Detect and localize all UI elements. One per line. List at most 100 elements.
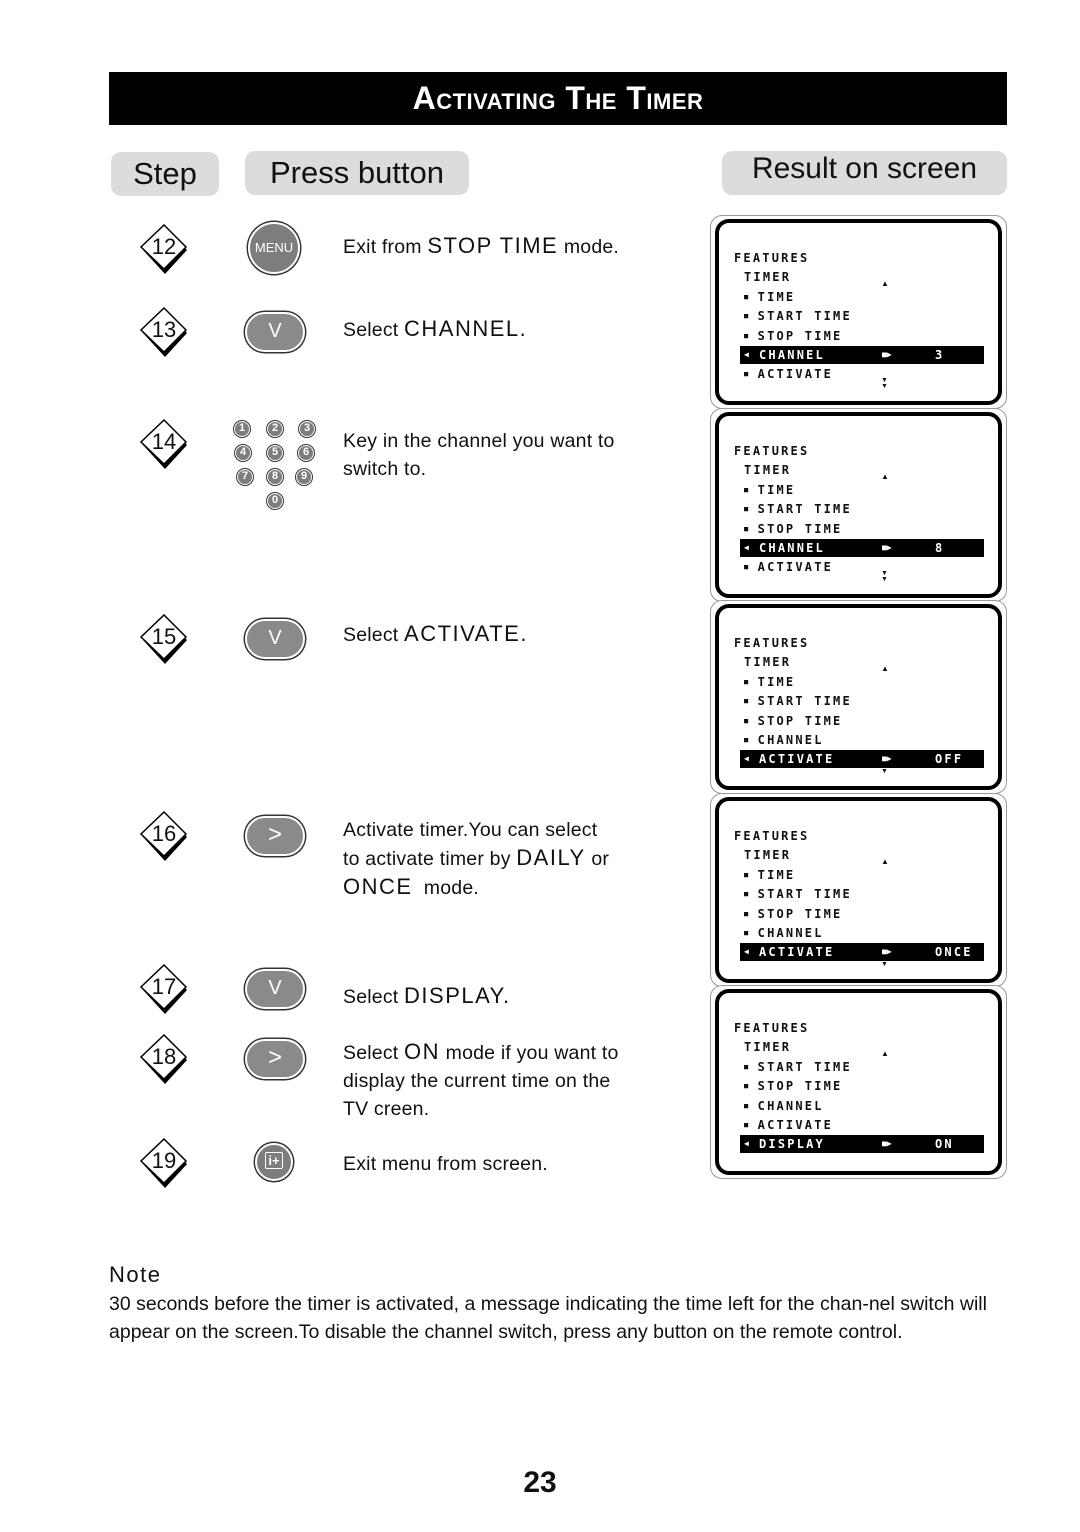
bullet-icon: ■ <box>744 1062 749 1071</box>
left-arrow-icon: ◀ <box>744 543 752 552</box>
number-key-9[interactable]: 9 <box>296 469 312 485</box>
adjust-icon: ■▶ <box>882 350 892 359</box>
menu-button[interactable]: MENU <box>248 222 300 274</box>
osd-label: TIME <box>757 867 796 882</box>
instruction-text: Select <box>343 986 405 1008</box>
osd-row: FEATURES <box>734 442 809 460</box>
instruction-text: Exit menu from screen. <box>343 1153 548 1175</box>
right-arrow-button[interactable]: > <box>245 816 305 856</box>
osd-row: TIMER <box>744 846 791 864</box>
osd-row: ■ STOP TIME <box>744 905 842 923</box>
osd-row: FEATURES <box>734 827 809 845</box>
number-key-0[interactable]: 0 <box>267 493 283 509</box>
step-number: 19 <box>151 1148 177 1173</box>
number-key-8[interactable]: 8 <box>267 469 283 485</box>
bullet-icon: ■ <box>744 870 749 879</box>
osd-value: ON <box>935 1137 954 1152</box>
osd-row: ■ TIME <box>744 481 795 499</box>
info-button[interactable]: i+ <box>255 1143 293 1181</box>
adjust-icon: ■▶ <box>882 543 892 552</box>
instruction-text: Activate timer.You can select <box>343 819 598 841</box>
step-instruction: Select CHANNEL. <box>343 315 527 344</box>
left-arrow-icon: ◀ <box>744 947 752 957</box>
instruction-keyword: CHANNEL. <box>404 316 528 341</box>
osd-row: ■ STOP TIME <box>744 712 842 730</box>
instruction-text: Select <box>343 319 405 341</box>
bullet-icon: ■ <box>744 331 749 340</box>
bullet-icon: ■ <box>744 909 749 918</box>
adjust-icon: ■▶ <box>882 947 892 957</box>
osd-row: ■ START TIME <box>744 885 852 903</box>
page-number: 23 <box>523 1466 557 1499</box>
osd-row: TIMER <box>744 461 791 479</box>
osd-row: ◀ DISPLAY ■▶ ON <box>740 1135 984 1154</box>
osd-label: ACTIVATE <box>759 752 835 767</box>
step-instruction: Key in the channel you want to switch to. <box>343 427 615 483</box>
bullet-icon: ■ <box>744 563 749 572</box>
step-instruction: Activate timer.You can select to activate… <box>343 816 609 902</box>
instruction-text: Select <box>343 624 405 646</box>
osd-row: ■ CHANNEL <box>744 731 824 749</box>
osd-row: ■ START TIME <box>744 500 852 518</box>
bullet-icon: ■ <box>744 1101 749 1110</box>
step-instruction: Select ON mode if you want to display the… <box>343 1038 619 1123</box>
step-header: Step <box>111 152 219 196</box>
osd-label: TIME <box>757 482 796 497</box>
step-number: 17 <box>151 974 177 999</box>
instruction-text: Key in the channel you want to <box>343 430 615 452</box>
down-arrow-button[interactable]: V <box>245 619 305 659</box>
instruction-text: mode if you want to <box>440 1042 619 1064</box>
osd-label: CHANNEL <box>757 926 824 940</box>
bullet-icon: ■ <box>744 890 749 899</box>
instruction-text: TV creen. <box>343 1098 430 1120</box>
osd-label: FEATURES <box>734 251 810 265</box>
osd-label: CHANNEL <box>757 733 824 747</box>
down-arrow-button[interactable]: V <box>245 312 305 352</box>
number-key-2[interactable]: 2 <box>267 421 283 437</box>
osd-row: FEATURES <box>734 634 809 652</box>
step-number: 12 <box>151 234 177 259</box>
step-number: 16 <box>151 821 177 846</box>
scroll-up-icon: ▲ <box>881 664 889 673</box>
instruction-keyword: ACTIVATE. <box>404 621 528 646</box>
instruction-keyword: ONCE <box>343 874 413 899</box>
number-key-4[interactable]: 4 <box>235 445 251 461</box>
osd-label: CHANNEL <box>759 348 825 362</box>
scroll-up-icon: ▲ <box>881 1049 889 1058</box>
right-arrow-button[interactable]: > <box>245 1039 305 1079</box>
osd-label: FEATURES <box>734 1021 810 1035</box>
instruction-line: to activate timer by DAILY or <box>343 844 609 873</box>
osd-label: ACTIVATE <box>757 1118 834 1132</box>
instruction-line: Exit menu from screen. <box>343 1150 548 1178</box>
bullet-icon: ■ <box>744 697 749 706</box>
osd-value: ONCE <box>935 945 973 960</box>
instruction-keyword: DAILY <box>516 845 586 870</box>
instruction-line: Exit from STOP TIME mode. <box>343 232 619 261</box>
instruction-text: Select <box>343 1042 405 1064</box>
number-key-7[interactable]: 7 <box>237 469 253 485</box>
osd-label: ACTIVATE <box>757 367 834 382</box>
osd-row: ■ TIME <box>744 866 795 884</box>
osd-label: CHANNEL <box>757 1098 824 1113</box>
left-arrow-icon: ◀ <box>744 1139 752 1149</box>
instruction-line: Key in the channel you want to <box>343 427 615 455</box>
osd-row: TIMER <box>744 1038 791 1056</box>
number-key-3[interactable]: 3 <box>299 421 315 437</box>
osd-value: 8 <box>935 541 945 555</box>
osd-value: OFF <box>935 752 964 767</box>
press-button-header: Press button <box>245 151 469 195</box>
result-header: Result on screen <box>722 151 1007 195</box>
number-key-6[interactable]: 6 <box>298 445 314 461</box>
number-key-5[interactable]: 5 <box>267 445 283 461</box>
bullet-icon: ■ <box>744 370 749 379</box>
osd-label: TIMER <box>744 1040 792 1055</box>
note-body: 30 seconds before the timer is activated… <box>109 1293 987 1343</box>
number-key-1[interactable]: 1 <box>234 421 250 437</box>
osd-label: START TIME <box>757 694 852 709</box>
instruction-line: display the current time on the <box>343 1067 619 1095</box>
osd-label: ACTIVATE <box>757 560 834 575</box>
osd-label: TIMER <box>744 463 792 478</box>
page-title: Activating The Timer <box>109 72 1007 125</box>
down-arrow-button[interactable]: V <box>245 969 305 1009</box>
osd-label: START TIME <box>757 887 852 902</box>
